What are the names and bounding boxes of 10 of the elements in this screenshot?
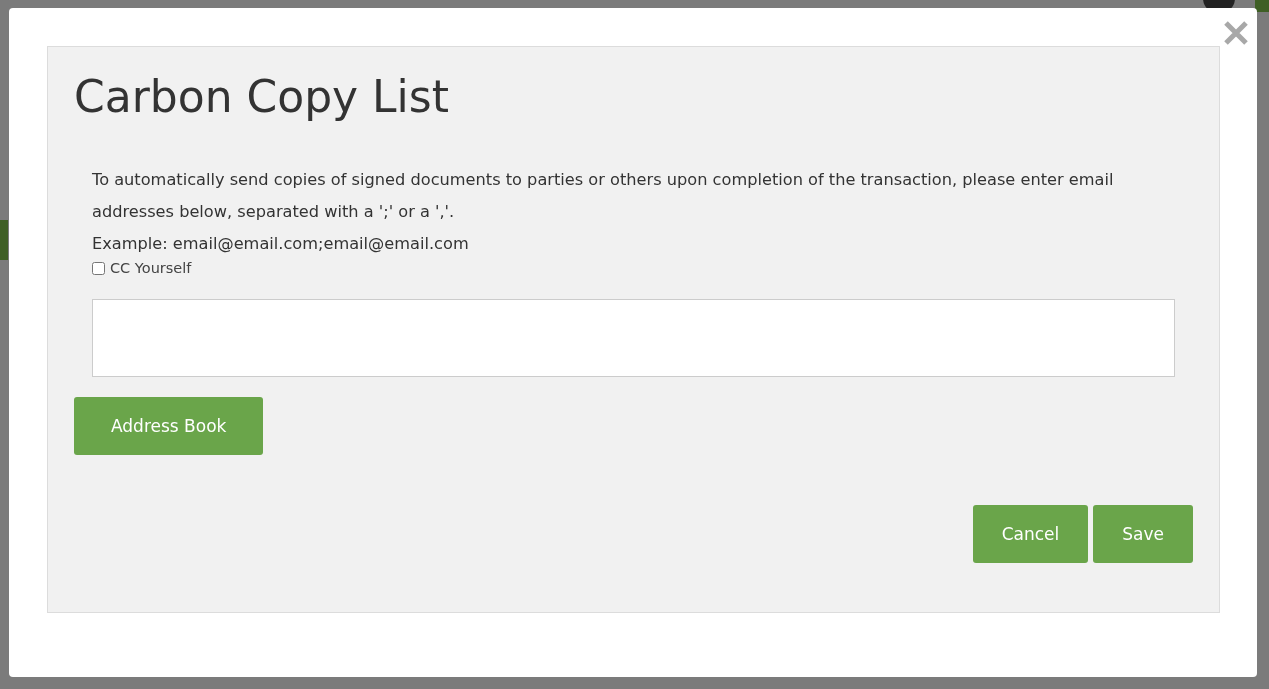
cc-yourself-checkbox[interactable] xyxy=(92,261,105,275)
cc-yourself-label: CC Yourself xyxy=(110,260,192,276)
save-button[interactable]: Save xyxy=(1093,505,1193,563)
instruction-text: To automatically send copies of signed documents to parties or others upon completion of the transaction, please enter email addresses below, separated with a ';' or a ','. xyxy=(92,169,1115,223)
instruction-text: Example: email@email.com;email@email.com xyxy=(92,233,470,255)
close-icon[interactable] xyxy=(1223,20,1249,46)
email-input-field[interactable] xyxy=(92,299,1175,377)
dialog-title: Carbon Copy List xyxy=(74,70,450,124)
address-book-button[interactable]: Address Book xyxy=(74,397,264,455)
cancel-button[interactable]: Cancel xyxy=(972,505,1089,563)
